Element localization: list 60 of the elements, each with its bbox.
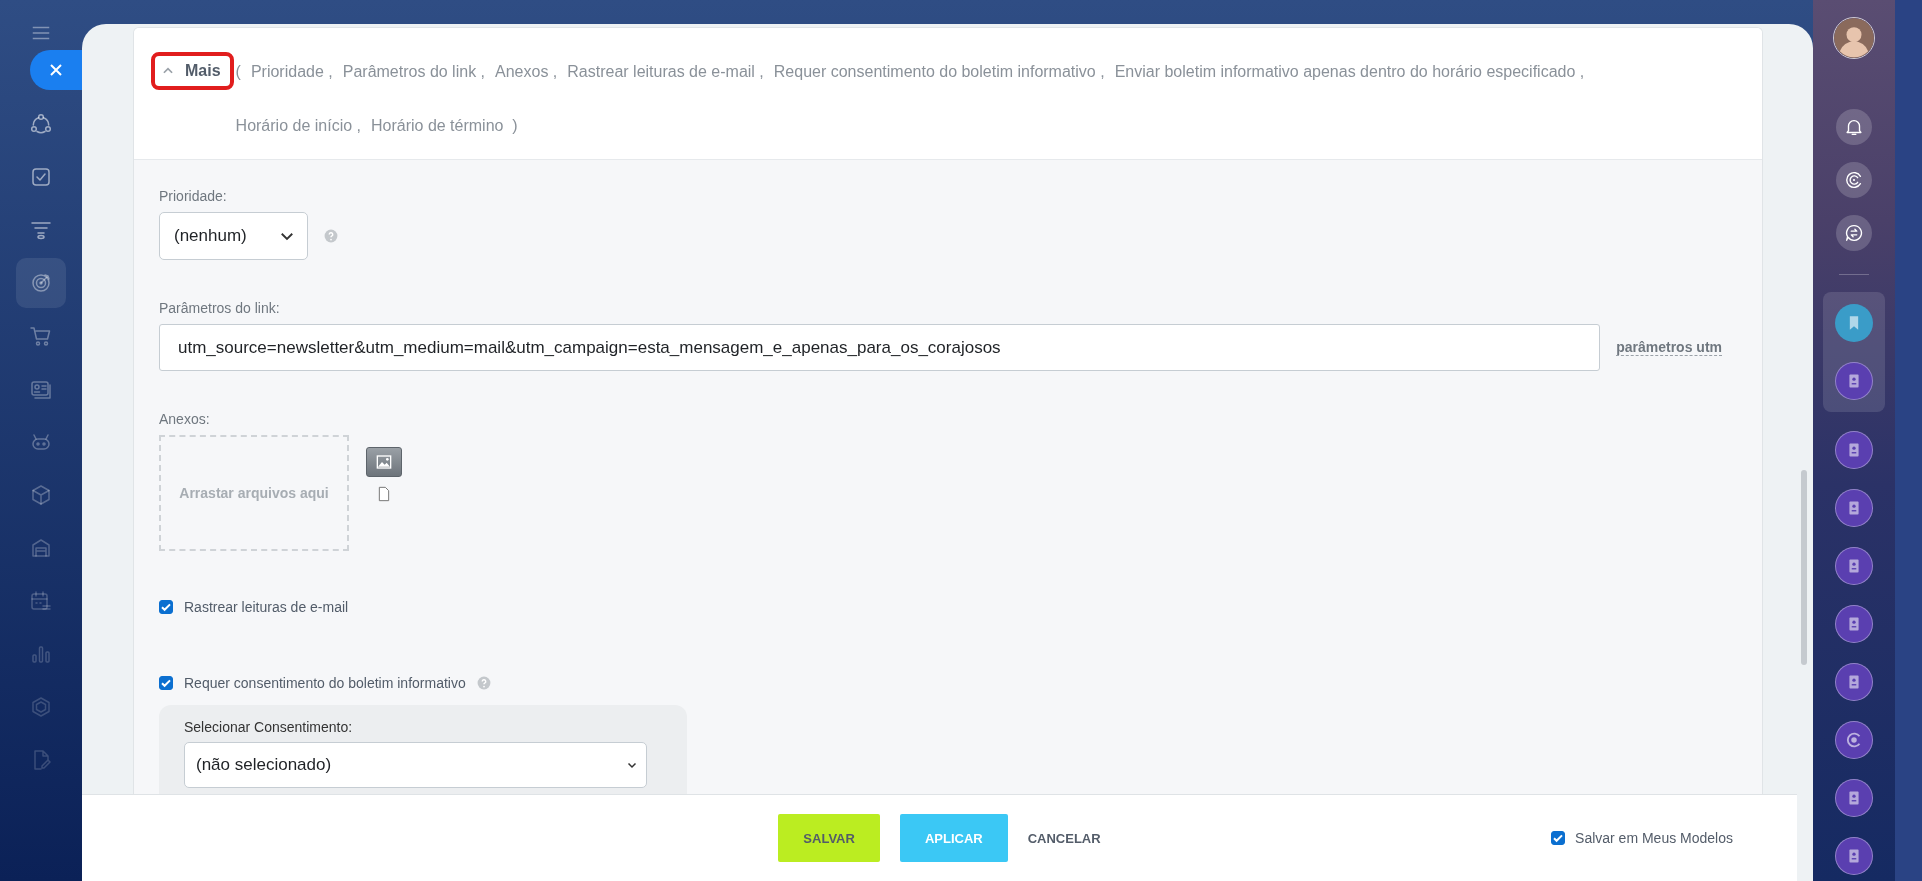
save-button[interactable]: SALVAR [778,814,880,862]
checkbox-icon [29,165,53,189]
app-button[interactable] [1835,489,1873,527]
app-button[interactable] [1835,362,1873,400]
app-button[interactable] [1835,605,1873,643]
field-label: Selecionar Consentimento: [184,719,354,735]
priority-select[interactable]: (nenhum) [159,212,308,260]
app-button[interactable] [1835,547,1873,585]
bell-button[interactable] [1836,109,1872,145]
link-params-field[interactable]: utm_source=newsletter&utm_medium=mail&utm_campaign=esta_mensagem_e_apenas_para_os_corajosos [159,324,1601,371]
field-link[interactable]: Prioridade , [250,63,333,81]
field-link[interactable]: Rastrear leituras de e-mail , [567,63,764,81]
apply-button[interactable]: APLICAR [899,814,1008,862]
field-link[interactable]: Anexos , [495,63,558,81]
hexagon-icon [29,695,53,719]
calendar-icon [29,589,53,613]
field-link[interactable]: Horário de término ) [370,117,518,135]
chat-arrows-button[interactable] [1836,215,1872,251]
file-icon [376,485,392,503]
bookmark-button[interactable] [1835,304,1873,342]
cart-icon [29,324,53,348]
utm-link[interactable]: parâmetros utm [1616,339,1722,356]
nav-item[interactable] [16,258,66,308]
drop-zone[interactable]: Arrastar arquivos aqui [159,435,349,551]
more-toggle[interactable]: Mais [151,52,234,90]
field-label: Prioridade: [159,188,228,204]
app-button[interactable] [1835,431,1873,469]
close-button[interactable] [30,50,82,90]
checkbox[interactable] [159,676,173,690]
nodes-icon [29,112,53,136]
field-label: Anexos: [159,411,211,427]
app-button[interactable] [1835,721,1873,759]
checkbox[interactable] [1551,831,1566,845]
app-button[interactable] [1835,779,1873,817]
app-button[interactable] [1835,663,1873,701]
avatar [1833,17,1875,59]
checkbox-label: Salvar em Meus Modelos [1575,830,1733,846]
scrollbar[interactable] [1801,470,1807,665]
chat-arrows-icon [1843,222,1865,244]
swirl-button[interactable] [1836,162,1872,198]
close-icon [48,62,64,78]
field-link[interactable]: Requer consentimento do boletim informativo , [773,63,1105,81]
help-icon [476,676,491,690]
image-icon [374,454,394,470]
field-link[interactable]: Parâmetros do link , [342,63,485,81]
checkbox[interactable] [159,600,173,614]
field-link[interactable]: Horário de início , [235,117,361,135]
paren: ( [235,63,241,81]
help-icon [324,229,338,243]
target-icon [29,271,53,295]
cancel-button[interactable]: CANCELAR [1027,814,1101,862]
garage-icon [29,536,53,560]
field-link[interactable]: Enviar boletim informativo apenas dentro do horário especificado , [1114,63,1585,81]
cube-icon [29,483,53,507]
checkbox-label: Rastrear leituras de e-mail [184,599,349,615]
consent-select[interactable]: (não selecionado) [184,742,647,788]
checkbox-label: Requer consentimento do boletim informativo [184,675,466,691]
image-button[interactable] [366,447,402,477]
app-button[interactable] [1835,837,1873,875]
field-label: Parâmetros do link: [159,300,281,316]
